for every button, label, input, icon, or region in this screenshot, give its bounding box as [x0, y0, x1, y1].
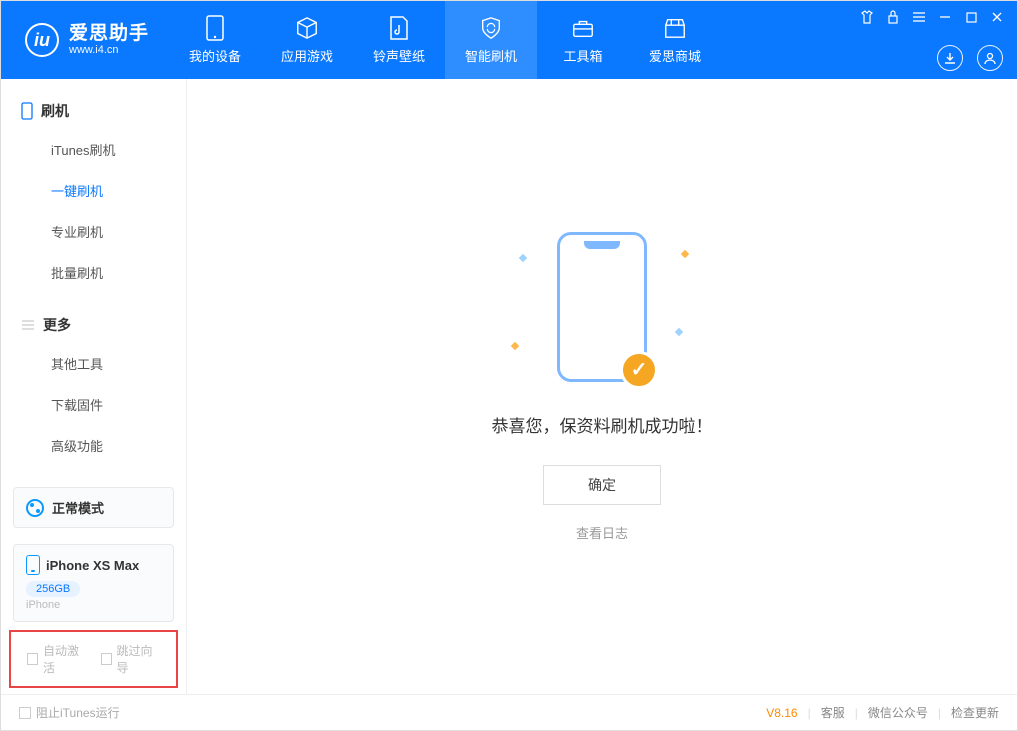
sparkle-icon: [519, 253, 527, 261]
section-title: 刷机: [41, 101, 69, 121]
main-content: ✓ 恭喜您，保资料刷机成功啦！ 确定 查看日志: [187, 79, 1017, 694]
close-button[interactable]: [989, 9, 1005, 25]
app-logo: iu 爱思助手 www.i4.cn: [1, 23, 169, 57]
mode-label: 正常模式: [52, 498, 104, 517]
sidebar-item-download-firmware[interactable]: 下载固件: [1, 384, 186, 425]
tab-toolbox[interactable]: 工具箱: [537, 1, 629, 79]
maximize-button[interactable]: [963, 9, 979, 25]
footer-link-update[interactable]: 检查更新: [951, 704, 999, 721]
tab-apps-games[interactable]: 应用游戏: [261, 1, 353, 79]
user-button[interactable]: [977, 45, 1003, 71]
minimize-button[interactable]: [937, 9, 953, 25]
checkbox-label: 阻止iTunes运行: [36, 704, 120, 721]
device-name: iPhone XS Max: [46, 558, 139, 573]
download-button[interactable]: [937, 45, 963, 71]
tab-ringtones-wallpapers[interactable]: 铃声壁纸: [353, 1, 445, 79]
section-title: 更多: [43, 315, 71, 335]
tab-smart-flash[interactable]: 智能刷机: [445, 1, 537, 79]
refresh-shield-icon: [479, 16, 503, 40]
sidebar-item-pro-flash[interactable]: 专业刷机: [1, 211, 186, 252]
tab-label: 应用游戏: [281, 46, 333, 65]
sparkle-icon: [681, 249, 689, 257]
sidebar-item-oneclick-flash[interactable]: 一键刷机: [1, 170, 186, 211]
app-title: 爱思助手: [69, 24, 149, 45]
device-type: iPhone: [26, 599, 161, 611]
music-file-icon: [387, 16, 411, 40]
checkbox-block-itunes[interactable]: 阻止iTunes运行: [19, 704, 120, 721]
phone-icon: [21, 102, 33, 120]
highlighted-options-box: 自动激活 跳过向导: [9, 630, 178, 688]
sidebar-item-batch-flash[interactable]: 批量刷机: [1, 252, 186, 293]
device-mode-box[interactable]: 正常模式: [13, 487, 174, 528]
sidebar-item-itunes-flash[interactable]: iTunes刷机: [1, 129, 186, 170]
sidebar-section-more: 更多: [1, 311, 186, 343]
sidebar-section-flash: 刷机: [1, 97, 186, 129]
app-url: www.i4.cn: [69, 44, 149, 56]
sidebar-item-other-tools[interactable]: 其他工具: [1, 343, 186, 384]
ok-button[interactable]: 确定: [543, 465, 661, 505]
cube-icon: [295, 16, 319, 40]
menu-icon[interactable]: [911, 9, 927, 25]
device-info-box[interactable]: iPhone XS Max 256GB iPhone: [13, 544, 174, 622]
version-label: V8.16: [766, 706, 797, 720]
tab-label: 爱思商城: [649, 46, 701, 65]
list-icon: [21, 319, 35, 331]
checkbox-icon: [27, 653, 38, 665]
toolbox-icon: [571, 16, 595, 40]
phone-icon: [203, 16, 227, 40]
store-icon: [663, 16, 687, 40]
footer-link-wechat[interactable]: 微信公众号: [868, 704, 928, 721]
checkbox-auto-activate[interactable]: 自动激活: [27, 642, 87, 676]
checkbox-icon: [19, 707, 31, 719]
normal-mode-icon: [26, 499, 44, 517]
device-capacity-badge: 256GB: [26, 581, 80, 597]
checkbox-icon: [101, 653, 112, 665]
tab-my-device[interactable]: 我的设备: [169, 1, 261, 79]
tab-store[interactable]: 爱思商城: [629, 1, 721, 79]
sparkle-icon: [511, 341, 519, 349]
footer-bar: 阻止iTunes运行 V8.16 | 客服 | 微信公众号 | 检查更新: [1, 694, 1017, 730]
device-phone-icon: [26, 555, 40, 575]
checkbox-skip-guide[interactable]: 跳过向导: [101, 642, 161, 676]
phone-success-illustration: ✓: [557, 232, 647, 382]
tab-label: 我的设备: [189, 46, 241, 65]
main-tabs: 我的设备 应用游戏 铃声壁纸 智能刷机 工具箱 爱思商城: [169, 1, 721, 79]
success-message: 恭喜您，保资料刷机成功啦！: [492, 412, 713, 437]
checkbox-label: 自动激活: [43, 642, 86, 676]
header-right-buttons: [937, 45, 1003, 71]
lock-icon[interactable]: [885, 9, 901, 25]
tab-label: 工具箱: [564, 46, 603, 65]
tshirt-icon[interactable]: [859, 9, 875, 25]
sidebar-item-advanced[interactable]: 高级功能: [1, 425, 186, 466]
tab-label: 智能刷机: [465, 46, 517, 65]
footer-link-support[interactable]: 客服: [821, 704, 845, 721]
tab-label: 铃声壁纸: [373, 46, 425, 65]
sidebar: 刷机 iTunes刷机 一键刷机 专业刷机 批量刷机 更多 其他工具 下载固件 …: [1, 79, 187, 694]
view-log-link[interactable]: 查看日志: [576, 523, 628, 542]
checkbox-label: 跳过向导: [117, 642, 160, 676]
window-controls: [859, 9, 1005, 25]
check-badge-icon: ✓: [620, 351, 658, 389]
sparkle-icon: [675, 327, 683, 335]
logo-icon: iu: [25, 23, 59, 57]
app-header: iu 爱思助手 www.i4.cn 我的设备 应用游戏 铃声壁纸 智能刷机 工具…: [1, 1, 1017, 79]
